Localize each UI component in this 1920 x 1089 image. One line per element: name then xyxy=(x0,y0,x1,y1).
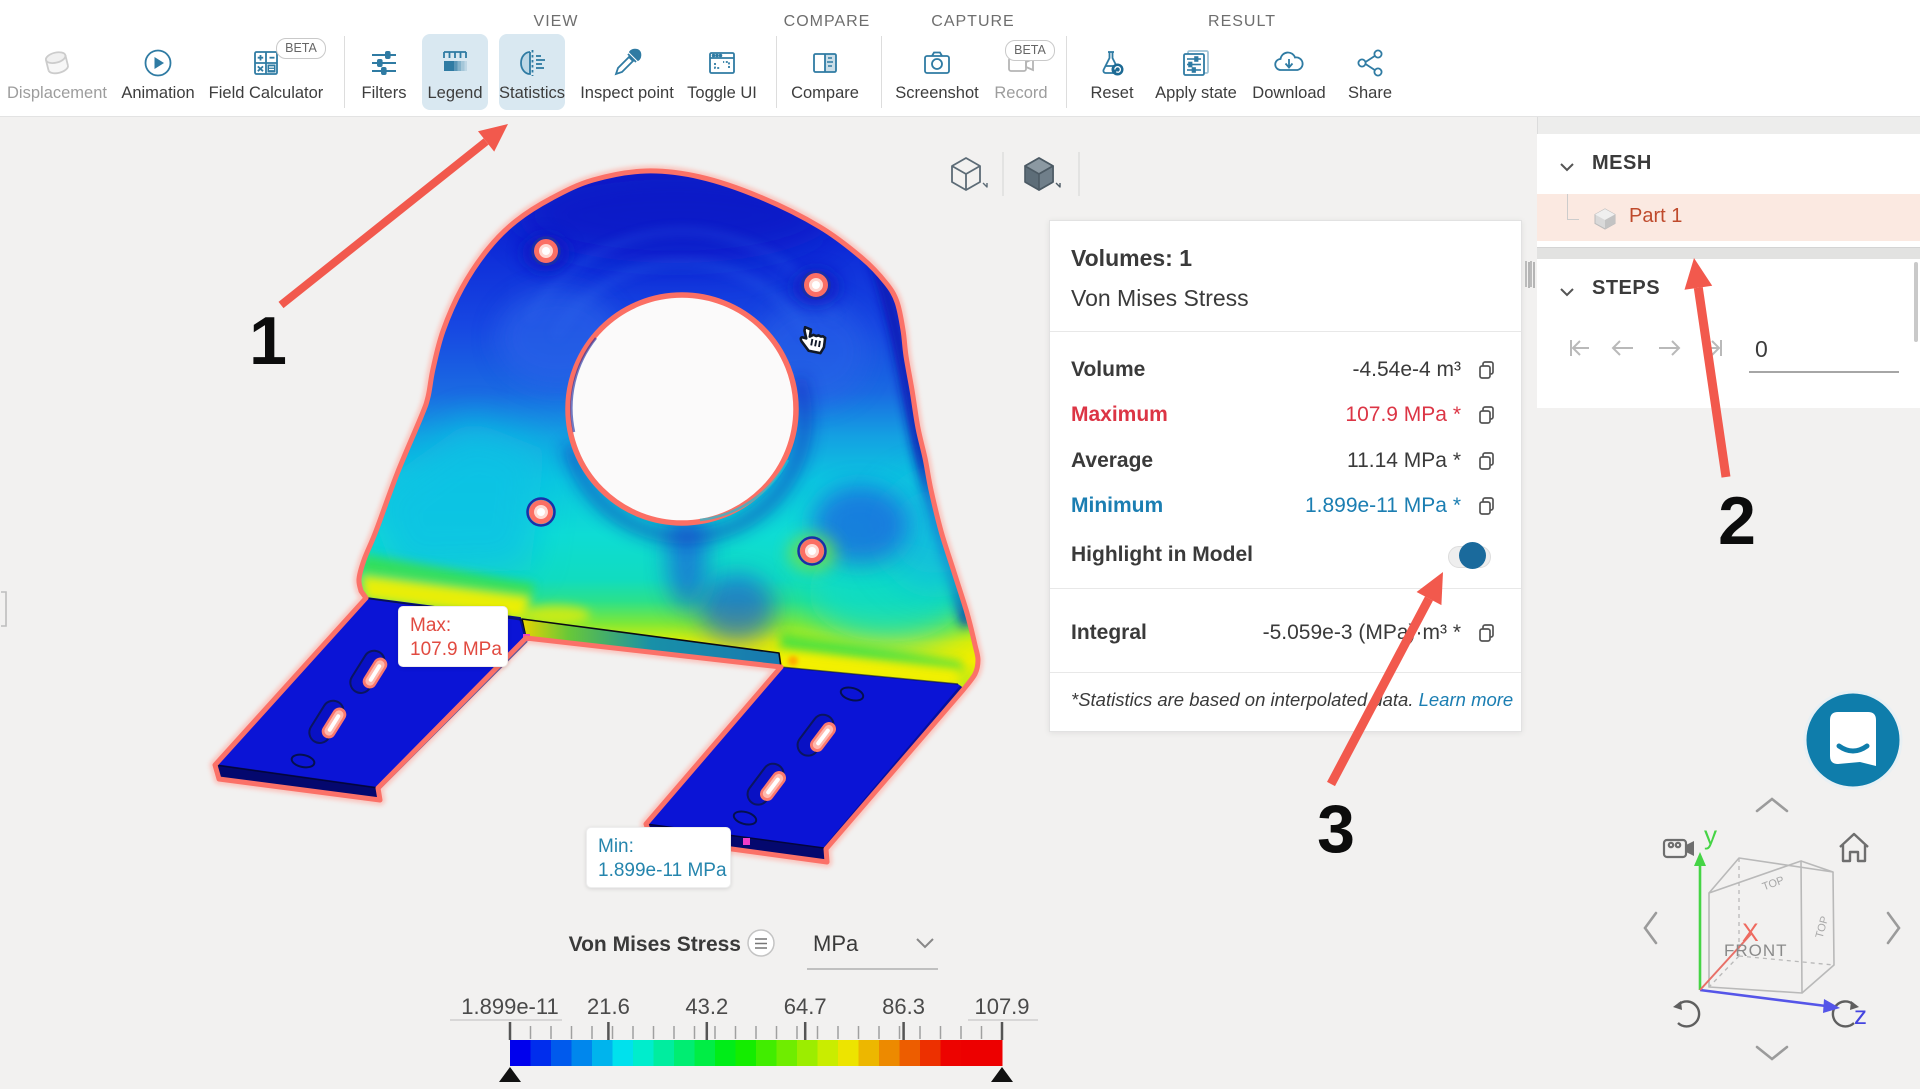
svg-text:Von Mises Stress: Von Mises Stress xyxy=(569,933,741,956)
svg-text:MPa: MPa xyxy=(813,931,859,956)
svg-text:21.6: 21.6 xyxy=(587,994,630,1019)
svg-text:1.899e-11: 1.899e-11 xyxy=(461,994,558,1019)
svg-text:107.9: 107.9 xyxy=(974,994,1029,1019)
svg-text:86.3: 86.3 xyxy=(882,994,925,1019)
svg-text:0: 0 xyxy=(1755,336,1768,362)
svg-text:64.7: 64.7 xyxy=(784,994,827,1019)
svg-text:43.2: 43.2 xyxy=(685,994,728,1019)
